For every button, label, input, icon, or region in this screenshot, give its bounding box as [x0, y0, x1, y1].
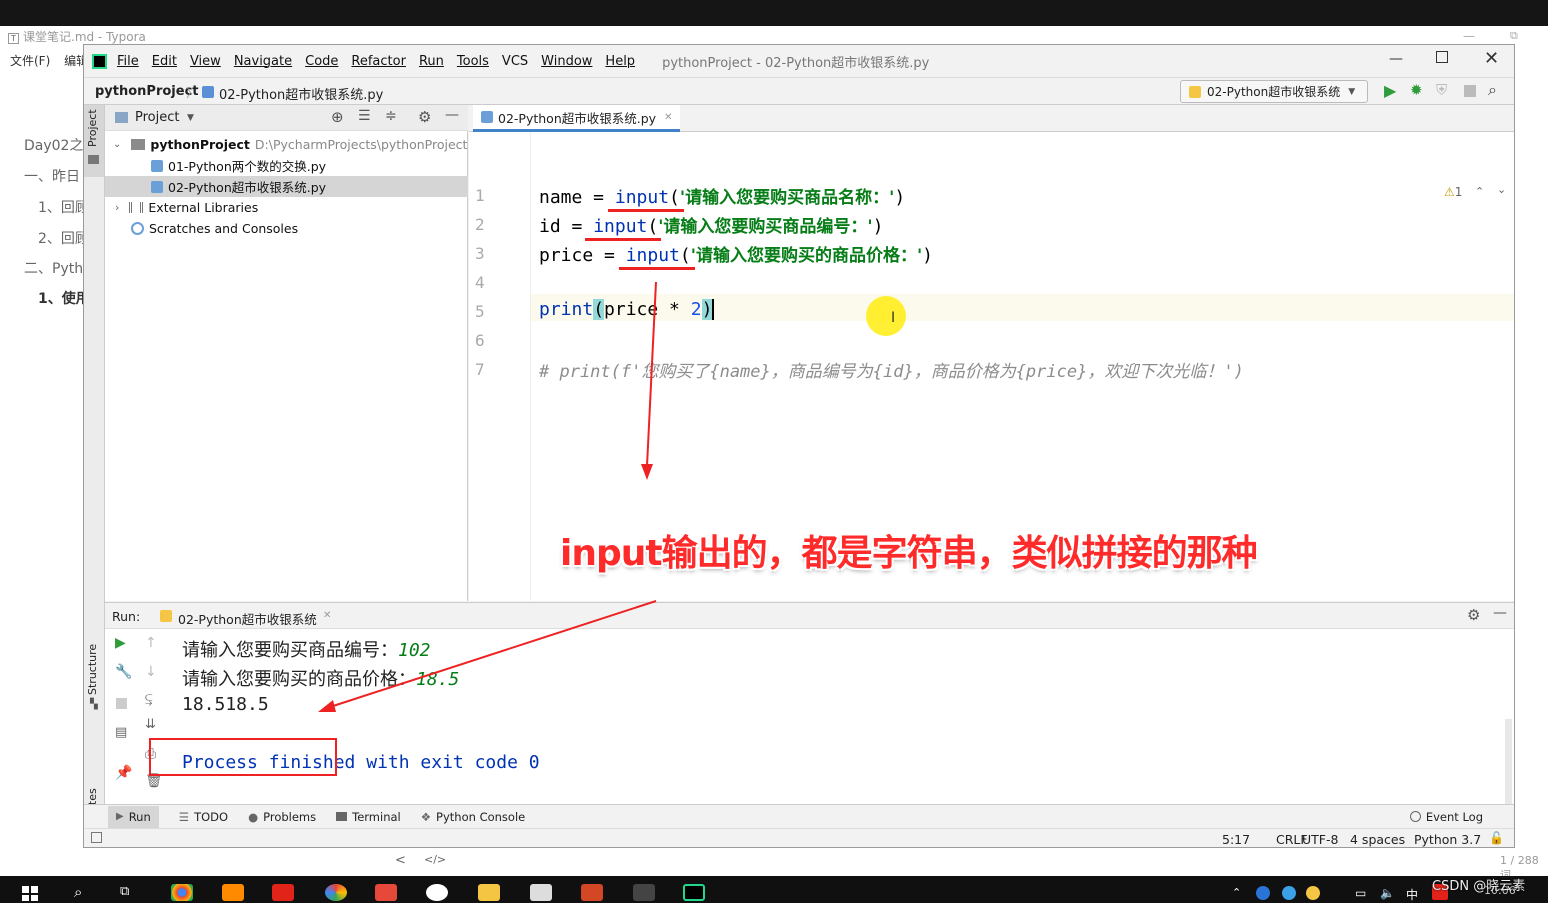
annotation-arrows: [318, 281, 657, 712]
typora-taskbar-icon[interactable]: [530, 884, 552, 901]
obs-icon[interactable]: [426, 884, 448, 901]
recorder-icon[interactable]: [633, 884, 655, 901]
annotation-text: input输出的，都是字符串，类似拼接的那种: [560, 533, 1258, 574]
youdao-icon[interactable]: [272, 884, 294, 901]
arrow-line: [329, 600, 657, 708]
tray-app-icon[interactable]: [1306, 886, 1320, 900]
arrow-head: [641, 464, 653, 480]
task-view-icon[interactable]: ⧉: [120, 884, 129, 899]
powerpoint-icon[interactable]: [581, 884, 603, 901]
ime-indicator[interactable]: 中: [1406, 886, 1418, 903]
csdn-watermark: CSDN @晓云素: [1432, 879, 1526, 894]
file-explorer-icon[interactable]: [478, 884, 500, 901]
tray-chevron-up-icon[interactable]: ⌃: [1232, 886, 1241, 899]
chrome-icon[interactable]: [171, 884, 193, 901]
volume-icon[interactable]: 🔈: [1380, 886, 1395, 900]
tray-app-icon[interactable]: [1256, 886, 1270, 900]
start-icon-pane: [22, 894, 29, 901]
arrow-head: [318, 700, 336, 712]
app-icon[interactable]: [375, 884, 397, 901]
arrow-line: [646, 281, 657, 467]
browser-icon[interactable]: [325, 884, 347, 901]
start-icon-pane: [31, 894, 38, 901]
start-icon-pane: [31, 886, 38, 893]
windows-start-icon[interactable]: [22, 886, 38, 901]
tray-app-icon[interactable]: [1282, 886, 1296, 900]
search-icon[interactable]: ⌕: [74, 883, 82, 901]
start-icon-pane: [22, 886, 29, 893]
firefox-icon[interactable]: [222, 884, 244, 901]
pycharm-taskbar-icon[interactable]: [683, 884, 705, 901]
network-icon[interactable]: ▭: [1355, 886, 1366, 900]
